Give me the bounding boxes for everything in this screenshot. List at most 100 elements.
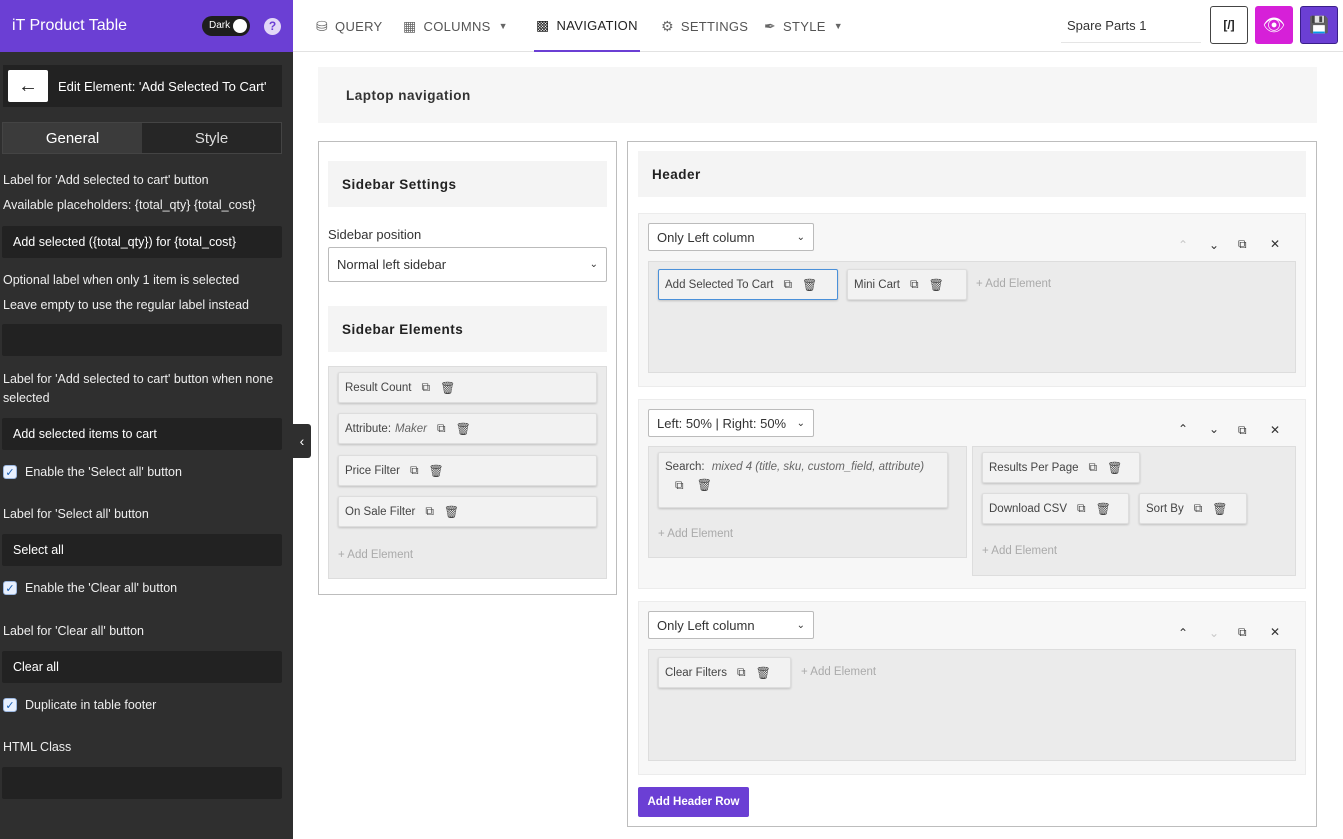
help-icon[interactable]: ?: [264, 17, 281, 35]
chip-label: Sort By: [1146, 502, 1184, 515]
add-label-input[interactable]: Add selected ({total_qty}) for {total_co…: [2, 226, 282, 258]
edit-element-title: Edit Element: 'Add Selected To Cart': [58, 78, 267, 94]
clear-all-input[interactable]: Clear all: [2, 651, 282, 683]
select-all-input[interactable]: Select all: [2, 534, 282, 566]
duplicate-row-icon[interactable]: ⧉: [1238, 237, 1247, 252]
trash-icon[interactable]: 🗑: [756, 666, 771, 680]
row-layout-value: Only Left column: [657, 229, 755, 245]
row-layout-select[interactable]: Only Left column ⌄: [648, 223, 814, 251]
row-layout-select[interactable]: Only Left column ⌄: [648, 611, 814, 639]
duplicate-icon[interactable]: ⧉: [421, 380, 430, 395]
save-floppy-icon[interactable]: 💾: [1300, 6, 1338, 44]
close-icon[interactable]: ✕: [1270, 625, 1280, 639]
move-up-icon[interactable]: ⌃: [1178, 238, 1188, 252]
checkbox-checked-icon[interactable]: ✓: [3, 698, 17, 712]
tab-general[interactable]: General: [3, 123, 142, 153]
tab-navigation[interactable]: ▩ NAVIGATION: [534, 0, 640, 52]
tab-query[interactable]: ⛁ QUERY: [316, 0, 383, 52]
duplicate-icon[interactable]: ⧉: [1089, 460, 1098, 475]
trash-icon[interactable]: 🗑: [802, 278, 817, 292]
table-name-input[interactable]: Spare Parts 1: [1061, 8, 1201, 43]
element-chip[interactable]: Result Count ⧉ 🗑: [338, 372, 597, 403]
add-element-link[interactable]: + Add Element: [982, 545, 1057, 557]
layout-icon: ▩: [536, 16, 550, 33]
select-all-enable-label: Enable the 'Select all' button: [25, 465, 182, 479]
duplicate-icon[interactable]: ⧉: [410, 463, 419, 478]
trash-icon[interactable]: 🗑: [440, 381, 455, 395]
element-chip[interactable]: Search: mixed 4 (title, sku, custom_fiel…: [658, 452, 948, 508]
none-label-input[interactable]: Add selected items to cart: [2, 418, 282, 450]
tab-settings[interactable]: ⚙ SETTINGS: [661, 0, 748, 52]
trash-icon[interactable]: 🗑: [1212, 502, 1227, 516]
add-element-link[interactable]: + Add Element: [658, 528, 733, 540]
search-chip-text: Search: mixed 4 (title, sku, custom_fiel…: [665, 461, 924, 473]
add-element-link[interactable]: + Add Element: [976, 278, 1051, 290]
add-element-link[interactable]: + Add Element: [338, 549, 413, 561]
close-icon[interactable]: ✕: [1270, 423, 1280, 437]
row-layout-value: Left: 50% | Right: 50%: [657, 415, 787, 431]
chip-label: Add Selected To Cart: [665, 278, 774, 291]
tab-style[interactable]: ✒ STYLE ▼: [764, 0, 843, 52]
element-chip[interactable]: Results Per Page ⧉ 🗑: [982, 452, 1140, 483]
move-up-icon[interactable]: ⌃: [1178, 422, 1188, 436]
trash-icon[interactable]: 🗑: [1096, 502, 1111, 516]
chevron-down-icon: ⌄: [589, 259, 598, 270]
trash-icon[interactable]: 🗑: [929, 278, 944, 292]
element-chip[interactable]: Clear Filters ⧉ 🗑: [658, 657, 791, 688]
preview-eye-icon[interactable]: 👁: [1255, 6, 1293, 44]
add-header-row-button[interactable]: Add Header Row: [638, 787, 749, 817]
row-layout-select[interactable]: Left: 50% | Right: 50% ⌄: [648, 409, 814, 437]
sliders-icon: ⚙: [661, 17, 674, 34]
element-chip[interactable]: On Sale Filter ⧉ 🗑: [338, 496, 597, 527]
checkbox-checked-icon[interactable]: ✓: [3, 465, 17, 479]
clear-all-checkbox-row[interactable]: ✓ Enable the 'Clear all' button: [3, 581, 177, 595]
duplicate-row-icon[interactable]: ⧉: [1238, 423, 1247, 438]
tab-style[interactable]: Style: [142, 123, 281, 153]
duplicate-icon[interactable]: ⧉: [1077, 501, 1086, 516]
move-down-icon[interactable]: ⌄: [1209, 238, 1219, 252]
dark-mode-toggle[interactable]: Dark: [202, 16, 250, 36]
element-chip[interactable]: Add Selected To Cart ⧉ 🗑: [658, 269, 838, 300]
tab-style-label: STYLE: [783, 18, 826, 34]
duplicate-icon[interactable]: ⧉: [783, 277, 792, 292]
element-chip[interactable]: Mini Cart ⧉ 🗑: [847, 269, 967, 300]
close-icon[interactable]: ✕: [1270, 237, 1280, 251]
element-chip[interactable]: Sort By ⧉ 🗑: [1139, 493, 1247, 524]
duplicate-icon[interactable]: ⧉: [425, 504, 434, 519]
duplicate-icon[interactable]: ⧉: [437, 421, 446, 436]
sidebar-elements-heading: Sidebar Elements: [328, 306, 607, 352]
optional-label-caption: Optional label when only 1 item is selec…: [3, 273, 240, 287]
duplicate-icon[interactable]: ⧉: [910, 277, 919, 292]
collapse-sidebar-icon[interactable]: ‹: [293, 424, 311, 458]
element-chip[interactable]: Download CSV ⧉ 🗑: [982, 493, 1129, 524]
duplicate-row-icon[interactable]: ⧉: [1238, 625, 1247, 640]
placeholders-hint: Available placeholders: {total_qty} {tot…: [3, 198, 256, 212]
duplicate-icon[interactable]: ⧉: [737, 665, 746, 680]
trash-icon[interactable]: 🗑: [456, 422, 471, 436]
trash-icon[interactable]: 🗑: [1107, 461, 1122, 475]
trash-icon[interactable]: 🗑: [697, 478, 712, 492]
duplicate-icon[interactable]: ⧉: [1194, 501, 1203, 516]
element-chip[interactable]: Price Filter ⧉ 🗑: [338, 455, 597, 486]
optional-label-input[interactable]: [2, 324, 282, 356]
editor-sidebar: iT Product Table Dark ? ← Edit Element: …: [0, 0, 293, 839]
shortcode-button[interactable]: [/]: [1210, 6, 1248, 44]
html-class-input[interactable]: [2, 767, 282, 799]
move-down-icon[interactable]: ⌄: [1209, 626, 1219, 640]
move-down-icon[interactable]: ⌄: [1209, 422, 1219, 436]
element-chip[interactable]: Attribute: Maker ⧉ 🗑: [338, 413, 597, 444]
tab-navigation-label: NAVIGATION: [556, 17, 638, 33]
chip-label: Mini Cart: [854, 278, 901, 291]
trash-icon[interactable]: 🗑: [444, 505, 459, 519]
tab-columns[interactable]: ▦ COLUMNS ▼: [403, 0, 508, 52]
add-element-link[interactable]: + Add Element: [801, 666, 876, 678]
duplicate-icon[interactable]: ⧉: [675, 478, 684, 492]
sidebar-position-select[interactable]: Normal left sidebar ⌄: [328, 247, 607, 282]
chip-label: On Sale Filter: [345, 505, 416, 518]
back-arrow-icon[interactable]: ←: [8, 70, 48, 102]
move-up-icon[interactable]: ⌃: [1178, 626, 1188, 640]
trash-icon[interactable]: 🗑: [429, 464, 444, 478]
duplicate-footer-checkbox-row[interactable]: ✓ Duplicate in table footer: [3, 698, 156, 712]
checkbox-checked-icon[interactable]: ✓: [3, 581, 17, 595]
select-all-checkbox-row[interactable]: ✓ Enable the 'Select all' button: [3, 465, 182, 479]
